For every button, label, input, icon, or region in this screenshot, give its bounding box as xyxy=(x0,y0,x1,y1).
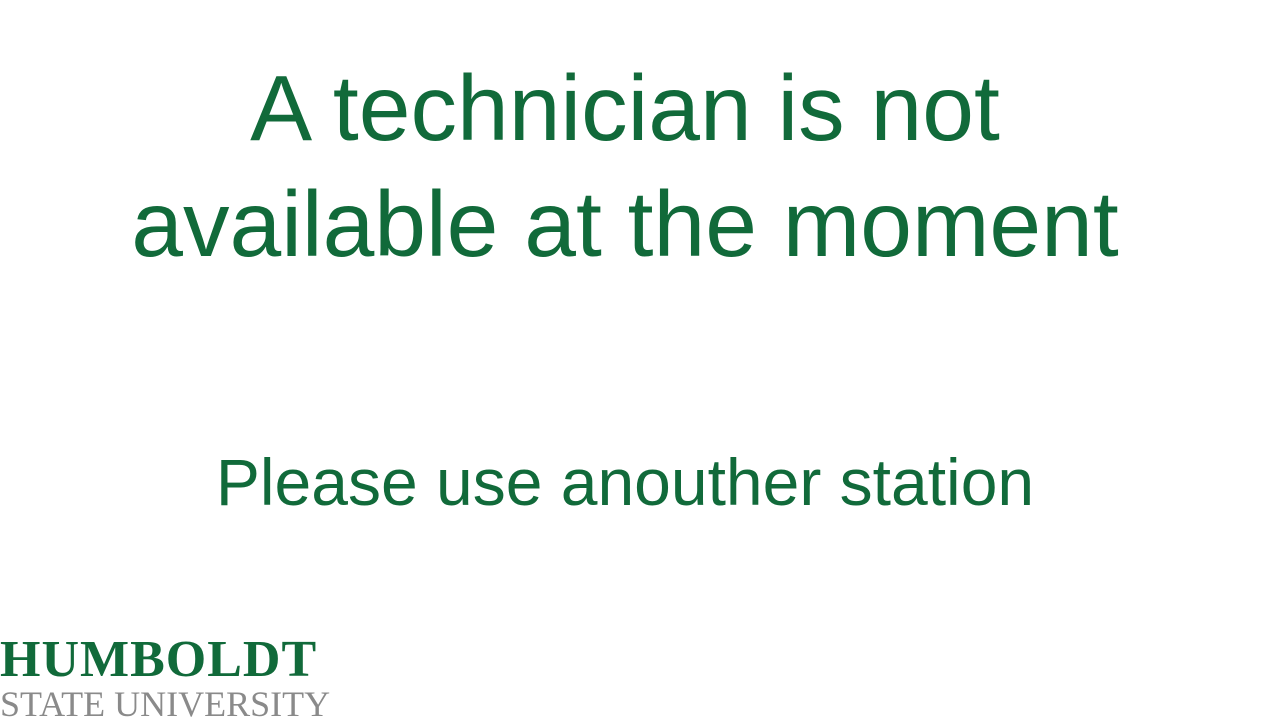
instruction-text: Please use anouther station xyxy=(215,445,1035,519)
logo-wordmark-humboldt: HUMBOLDT xyxy=(0,631,318,688)
kiosk-screen: A technician is not available at the mom… xyxy=(0,0,1280,720)
headline-line-2: available at the moment xyxy=(131,172,1119,276)
headline-line-1: A technician is not xyxy=(250,56,1000,160)
university-logo: HUMBOLDT STATE UNIVERSITY xyxy=(0,632,340,720)
unavailable-message: A technician is not available at the mom… xyxy=(0,50,1250,282)
logo-wordmark-state-university: STATE UNIVERSITY xyxy=(0,684,331,720)
